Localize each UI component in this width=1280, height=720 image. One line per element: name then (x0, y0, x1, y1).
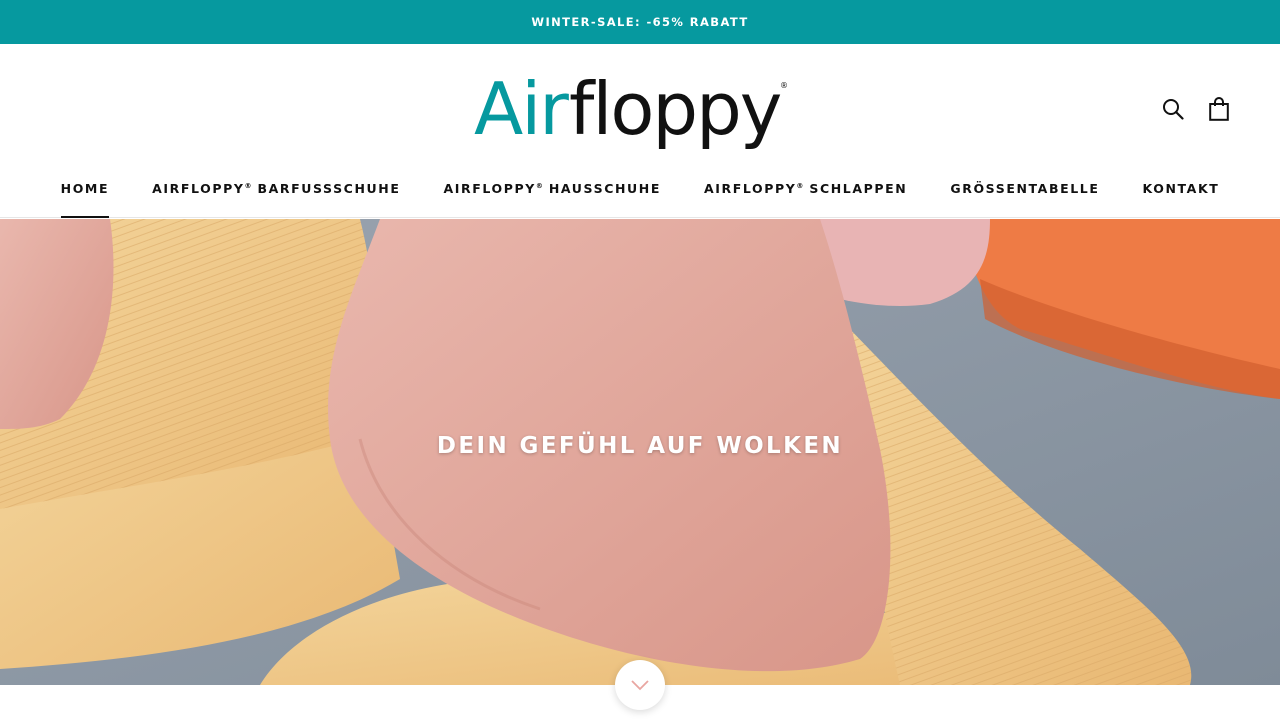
registered-mark: ® (244, 182, 252, 190)
nav-item-home[interactable]: HOME (60, 178, 110, 218)
nav-item-label-suffix: HAUSSCHUHE (542, 181, 661, 196)
logo-text-floppy: floppy (569, 67, 781, 151)
nav-item-label-suffix: SCHLAPPEN (803, 181, 908, 196)
nav-item-label: HOME (60, 181, 110, 196)
nav-item-label: AIRFLOPPY (704, 181, 797, 196)
scroll-down-button[interactable] (615, 660, 665, 710)
nav-item-label: KONTAKT (1142, 181, 1220, 196)
header-icons (1162, 96, 1230, 122)
nav-item-hausschuhe[interactable]: AIRFLOPPY® HAUSSCHUHE (443, 178, 661, 218)
brand-logo[interactable]: Air floppy ® (474, 60, 794, 160)
nav-item-label: AIRFLOPPY (152, 181, 245, 196)
chevron-down-icon (631, 680, 649, 691)
registered-mark: ® (796, 182, 804, 190)
nav-item-groessentabelle[interactable]: GRÖSSENTABELLE (950, 178, 1099, 218)
logo-registered-mark: ® (780, 81, 788, 90)
search-icon[interactable] (1162, 96, 1184, 122)
nav-item-label-suffix: BARFUSSSCHUHE (251, 181, 401, 196)
hero-banner: DEIN GEFÜHL AUF WOLKEN (0, 219, 1280, 685)
site-header: Air floppy ® HOME AIRFLOPPY® BARFUSSSCHU… (0, 44, 1280, 218)
nav-item-barfussschuhe[interactable]: AIRFLOPPY® BARFUSSSCHUHE (152, 178, 400, 218)
hero-title: DEIN GEFÜHL AUF WOLKEN (436, 433, 844, 459)
airfloppy-logo: Air floppy ® (474, 67, 788, 151)
announcement-text: WINTER-SALE: -65% RABATT (531, 15, 749, 29)
registered-mark: ® (535, 182, 543, 190)
nav-item-label: AIRFLOPPY (443, 181, 536, 196)
main-navigation: HOME AIRFLOPPY® BARFUSSSCHUHE AIRFLOPPY®… (0, 178, 1280, 218)
shopping-bag-icon[interactable] (1208, 96, 1230, 122)
nav-item-schlappen[interactable]: AIRFLOPPY® SCHLAPPEN (704, 178, 907, 218)
nav-item-label: GRÖSSENTABELLE (950, 181, 1100, 196)
announcement-bar: WINTER-SALE: -65% RABATT (0, 0, 1280, 44)
logo-text-air: Air (474, 67, 569, 151)
nav-item-kontakt[interactable]: KONTAKT (1143, 178, 1220, 218)
